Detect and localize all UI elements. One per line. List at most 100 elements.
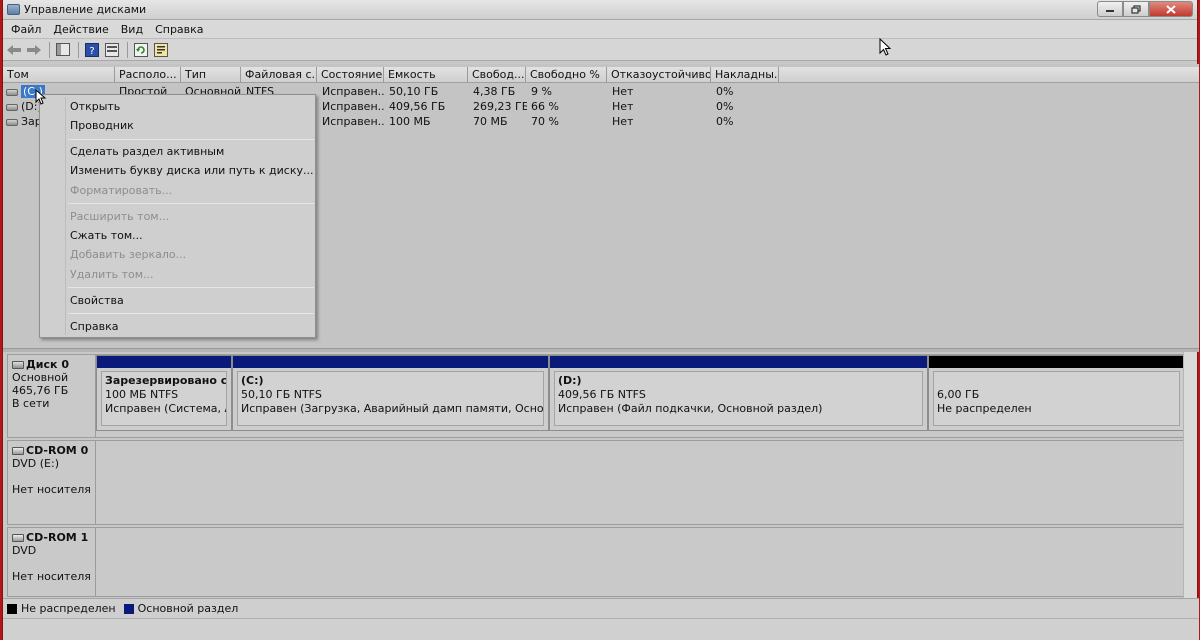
partition-c[interactable]: (C:) 50,10 ГБ NTFS Исправен (Загрузка, А… [232, 355, 549, 431]
column-header-type[interactable]: Тип [181, 67, 241, 83]
partition-reserved[interactable]: Зарезервировано систе 100 МБ NTFS Исправ… [96, 355, 232, 431]
toolbar: ? [3, 39, 1197, 61]
legend-label-unallocated: Не распределен [21, 602, 116, 615]
menu-file[interactable]: Файл [5, 23, 47, 36]
partition-title: (C:) [241, 374, 264, 387]
column-header-volume[interactable]: Том [3, 67, 115, 83]
minimize-button[interactable] [1097, 1, 1123, 17]
column-header-status[interactable]: Состояние [317, 67, 384, 83]
context-menu-properties[interactable]: Свойства [70, 294, 124, 307]
context-menu-separator [68, 287, 314, 288]
volume-free-percent: 66 % [531, 100, 559, 113]
partition-body: 6,00 ГБ Не распределен [933, 371, 1180, 426]
disk-size: 465,76 ГБ [12, 384, 69, 397]
context-menu-open[interactable]: Открыть [70, 100, 120, 113]
context-menu-format: Форматировать... [70, 184, 173, 197]
partition-status: Не распределен [937, 402, 1032, 415]
disk-state: В сети [12, 397, 50, 410]
toolbar-separator [49, 41, 50, 58]
maximize-button[interactable] [1123, 1, 1149, 17]
close-icon [1166, 4, 1176, 14]
partition-d[interactable]: (D:) 409,56 ГБ NTFS Исправен (Файл подка… [549, 355, 928, 431]
context-menu-help[interactable]: Справка [70, 320, 118, 333]
column-header-filesystem[interactable]: Файловая с... [241, 67, 317, 83]
forward-button[interactable] [25, 41, 43, 59]
context-menu-delete: Удалить том... [70, 268, 154, 281]
volume-overhead: 0% [716, 85, 734, 98]
column-header-layout[interactable]: Располо... [115, 67, 181, 83]
column-header-free-percent[interactable]: Свободно % [526, 67, 607, 83]
context-menu-mark-active[interactable]: Сделать раздел активным [70, 145, 224, 158]
close-button[interactable] [1149, 1, 1193, 17]
refresh-icon [134, 42, 148, 57]
disk-0-label[interactable]: Диск 0 Основной 465,76 ГБ В сети [8, 355, 96, 437]
partition-status: Исправен (Система, Акти [105, 402, 226, 415]
volume-icon [6, 88, 18, 96]
context-menu: Открыть Проводник Сделать раздел активны… [39, 94, 316, 338]
context-menu-separator [68, 313, 314, 314]
legend-swatch-unallocated [7, 603, 17, 614]
context-menu-separator [68, 203, 314, 204]
partition-color-bar [97, 356, 231, 368]
disk-type: Основной [12, 371, 69, 384]
window-controls [1097, 1, 1193, 17]
back-arrow-icon [7, 44, 21, 55]
cdrom-0-label[interactable]: CD-ROM 0 DVD (E:) Нет носителя [8, 441, 96, 524]
context-menu-change-letter[interactable]: Изменить букву диска или путь к диску... [70, 164, 313, 177]
legend: Не распределен Основной раздел [3, 598, 1199, 618]
show-pane-icon [56, 43, 70, 56]
partition-size: 409,56 ГБ NTFS [558, 388, 646, 401]
status-bar [3, 618, 1199, 640]
pane-splitter[interactable] [3, 348, 1199, 352]
disk-management-window: Управление дисками Файл Действие Вид Спр… [2, 0, 1199, 640]
cdrom-1-label[interactable]: CD-ROM 1 DVD Нет носителя [8, 528, 96, 596]
disk-management-icon [7, 4, 20, 15]
disk-name: CD-ROM 0 [26, 444, 89, 457]
show-hide-pane-button[interactable] [54, 41, 72, 59]
hard-disk-icon [12, 361, 24, 369]
partition-size: 50,10 ГБ NTFS [241, 388, 322, 401]
cdrom-1-row: CD-ROM 1 DVD Нет носителя [7, 527, 1185, 597]
volume-fault-tolerance: Нет [612, 115, 634, 128]
properties-button[interactable] [152, 41, 170, 59]
column-header-fault-tolerance[interactable]: Отказоустойчиво... [607, 67, 711, 83]
partition-color-bar [233, 356, 548, 368]
partition-size: 100 МБ NTFS [105, 388, 179, 401]
volume-free-percent: 70 % [531, 115, 559, 128]
menu-bar: Файл Действие Вид Справка [3, 20, 1197, 39]
minimize-icon [1106, 10, 1114, 12]
context-menu-shrink[interactable]: Сжать том... [70, 229, 143, 242]
volume-status: Исправен... [322, 100, 384, 113]
menu-action[interactable]: Действие [47, 23, 114, 36]
refresh-button[interactable] [132, 41, 150, 59]
help-button[interactable]: ? [83, 41, 101, 59]
volume-free-percent: 9 % [531, 85, 552, 98]
vertical-scrollbar[interactable] [1183, 352, 1197, 598]
back-button[interactable] [5, 41, 23, 59]
disk-state: Нет носителя [12, 483, 91, 496]
volume-free: 70 МБ [473, 115, 508, 128]
partition-unallocated[interactable]: 6,00 ГБ Не распределен [928, 355, 1185, 431]
partition-body: (D:) 409,56 ГБ NTFS Исправен (Файл подка… [554, 371, 923, 426]
cd-drive-icon [12, 447, 24, 455]
disk-state: Нет носителя [12, 570, 91, 583]
column-header-free[interactable]: Свобод... [468, 67, 526, 83]
window-title: Управление дисками [24, 3, 147, 16]
context-menu-explorer[interactable]: Проводник [70, 119, 134, 132]
volume-fault-tolerance: Нет [612, 100, 634, 113]
legend-swatch-primary [123, 603, 134, 614]
volume-fault-tolerance: Нет [612, 85, 634, 98]
cdrom-0-row: CD-ROM 0 DVD (E:) Нет носителя [7, 440, 1185, 525]
column-header-overhead[interactable]: Накладны... [711, 67, 779, 83]
help-icon: ? [85, 42, 99, 57]
menu-view[interactable]: Вид [115, 23, 149, 36]
column-header-capacity[interactable]: Емкость [384, 67, 468, 83]
disk-type: DVD (E:) [12, 457, 60, 470]
console-button[interactable] [103, 41, 121, 59]
legend-label-primary: Основной раздел [137, 602, 239, 615]
menu-help[interactable]: Справка [149, 23, 209, 36]
disk-name: CD-ROM 1 [26, 531, 89, 544]
partition-status: Исправен (Загрузка, Аварийный дамп памят… [241, 402, 544, 415]
svg-text:?: ? [89, 46, 94, 57]
volume-icon [6, 118, 18, 126]
